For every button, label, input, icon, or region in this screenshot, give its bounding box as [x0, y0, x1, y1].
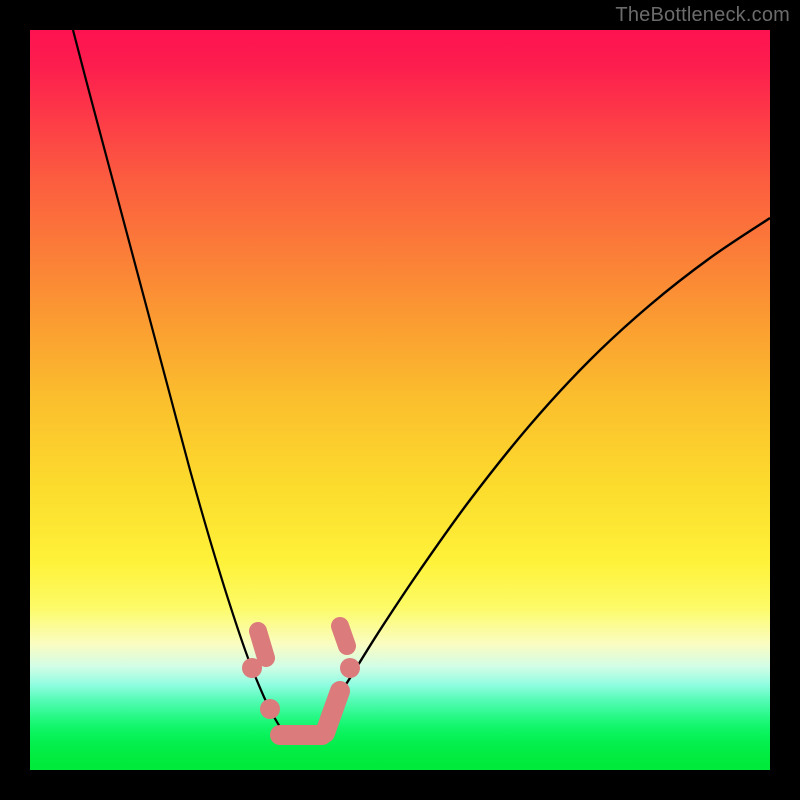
chart-frame: TheBottleneck.com: [0, 0, 800, 800]
watermark-text: TheBottleneck.com: [615, 4, 790, 27]
curve-overlay: [30, 30, 770, 770]
marker-capsule: [325, 691, 340, 733]
marker-dot: [340, 658, 360, 678]
marker-capsule: [258, 631, 266, 658]
marker-dot: [260, 699, 280, 719]
plot-area: [30, 30, 770, 770]
marker-capsule: [340, 626, 347, 646]
curve-right-curve: [312, 218, 770, 736]
